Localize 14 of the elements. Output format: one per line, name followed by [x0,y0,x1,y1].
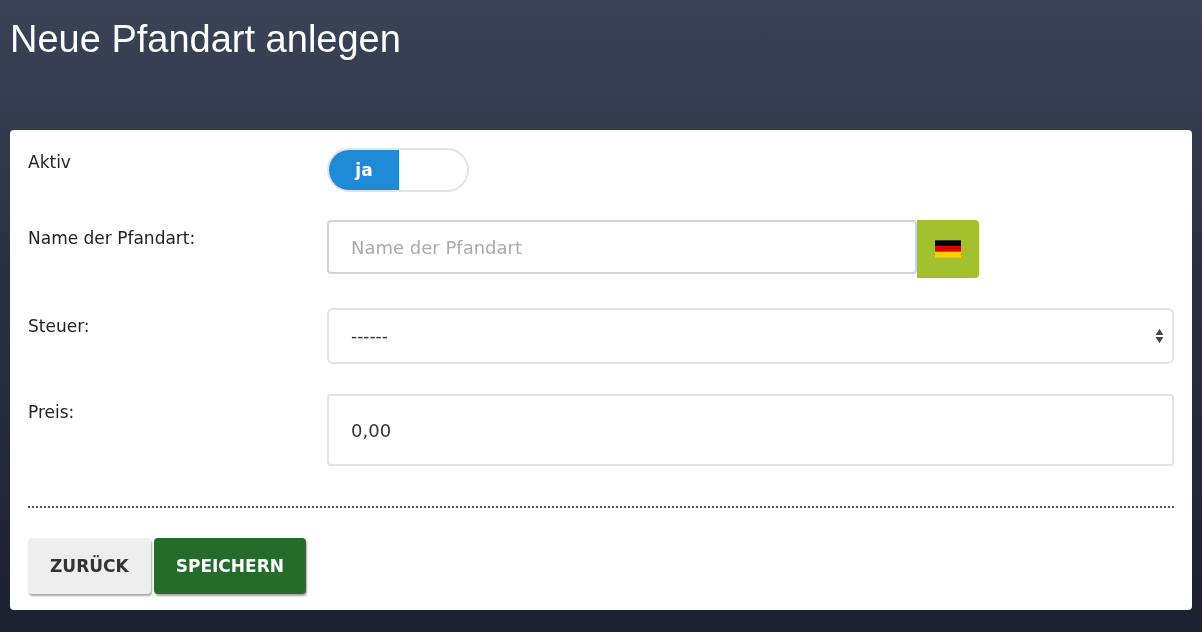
flag-icon [935,240,961,258]
text-field[interactable]: Name der Pfandart [327,220,917,274]
field-label: Aktiv [28,151,72,172]
field-label: Steuer: [28,315,91,336]
language-button[interactable] [917,220,979,278]
select-field[interactable]: ------ [327,308,1174,364]
toggle-switch[interactable]: ja [327,148,469,192]
page-title: Neue Pfandart anlegen [10,17,402,62]
field-label: Name der Pfandart: [28,227,197,248]
field-label: Preis: [28,401,76,422]
sort-arrows-icon [1155,328,1164,344]
save-button[interactable]: SPEICHERN [153,538,306,594]
back-button[interactable]: ZURÜCK [28,538,151,594]
price-field[interactable]: 0,00 [327,394,1174,466]
